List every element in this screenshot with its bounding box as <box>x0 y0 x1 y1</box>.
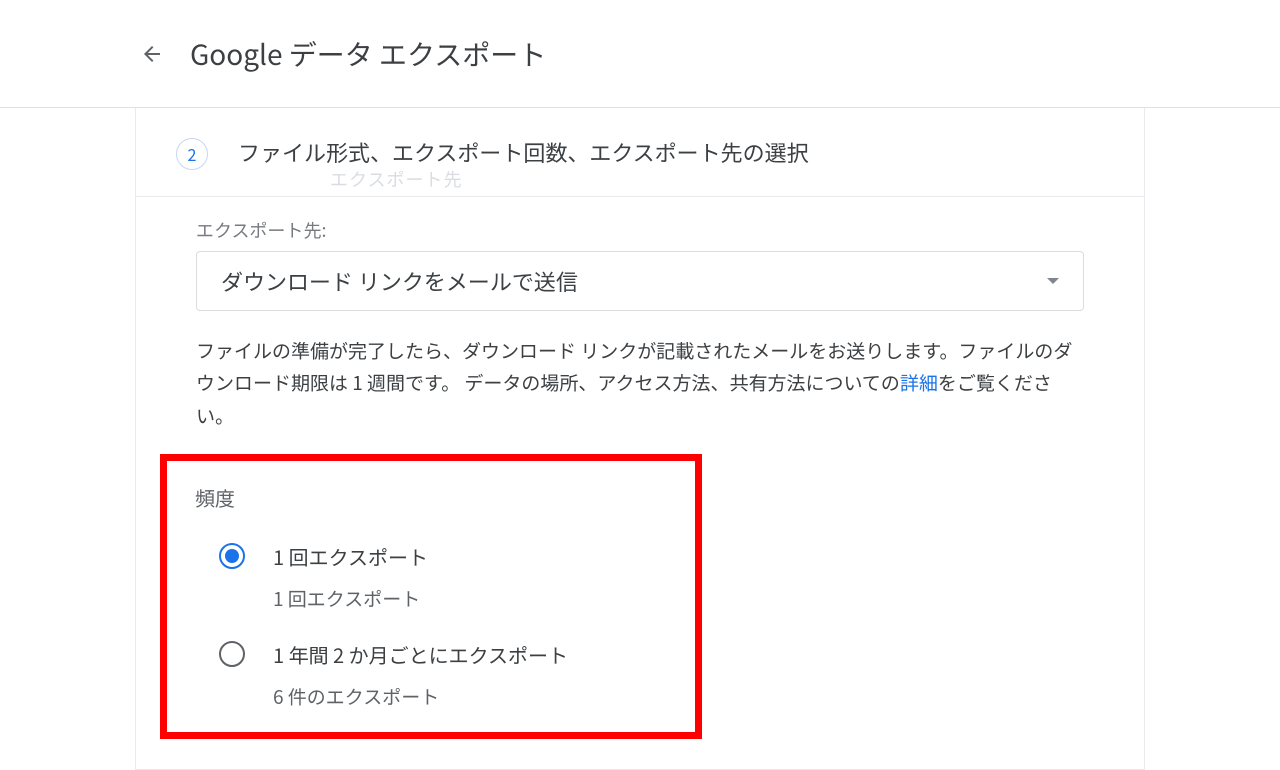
step-header[interactable]: 2 ファイル形式、エクスポート回数、エクスポート先の選択 エクスポート先 <box>136 108 1144 197</box>
destination-dropdown[interactable]: ダウンロード リンクをメールで送信 <box>196 251 1084 311</box>
chevron-down-icon <box>1047 278 1059 284</box>
destination-value: ダウンロード リンクをメールで送信 <box>221 265 578 297</box>
step-content: エクスポート先: ダウンロード リンクをメールで送信 ファイルの準備が完了したら… <box>136 197 1144 769</box>
step-panel: 2 ファイル形式、エクスポート回数、エクスポート先の選択 エクスポート先 エクス… <box>135 108 1145 770</box>
frequency-label: 頻度 <box>195 483 667 512</box>
step-title: ファイル形式、エクスポート回数、エクスポート先の選択 <box>238 136 809 168</box>
ghost-label: エクスポート先 <box>330 166 462 192</box>
header: Google データ エクスポート <box>0 0 1280 108</box>
radio-sublabel: 6 件のエクスポート <box>195 683 667 710</box>
step-number-badge: 2 <box>176 138 208 170</box>
radio-icon <box>219 543 245 569</box>
destination-label: エクスポート先: <box>196 217 1084 243</box>
frequency-option-once[interactable]: 1 回エクスポート <box>195 542 667 571</box>
radio-icon <box>219 641 245 667</box>
frequency-section-highlight: 頻度 1 回エクスポート 1 回エクスポート 1 年間 2 か月ごとにエクスポー… <box>160 454 702 739</box>
details-link[interactable]: 詳細 <box>900 369 938 396</box>
back-arrow-icon[interactable] <box>140 42 164 66</box>
radio-sublabel: 1 回エクスポート <box>195 585 667 612</box>
frequency-option-bimonthly[interactable]: 1 年間 2 か月ごとにエクスポート <box>195 640 667 669</box>
radio-label: 1 年間 2 か月ごとにエクスポート <box>273 640 568 669</box>
page-title: Google データ エクスポート <box>190 34 546 74</box>
radio-label: 1 回エクスポート <box>273 542 428 571</box>
destination-description: ファイルの準備が完了したら、ダウンロード リンクが記載されたメールをお送りします… <box>196 335 1084 432</box>
